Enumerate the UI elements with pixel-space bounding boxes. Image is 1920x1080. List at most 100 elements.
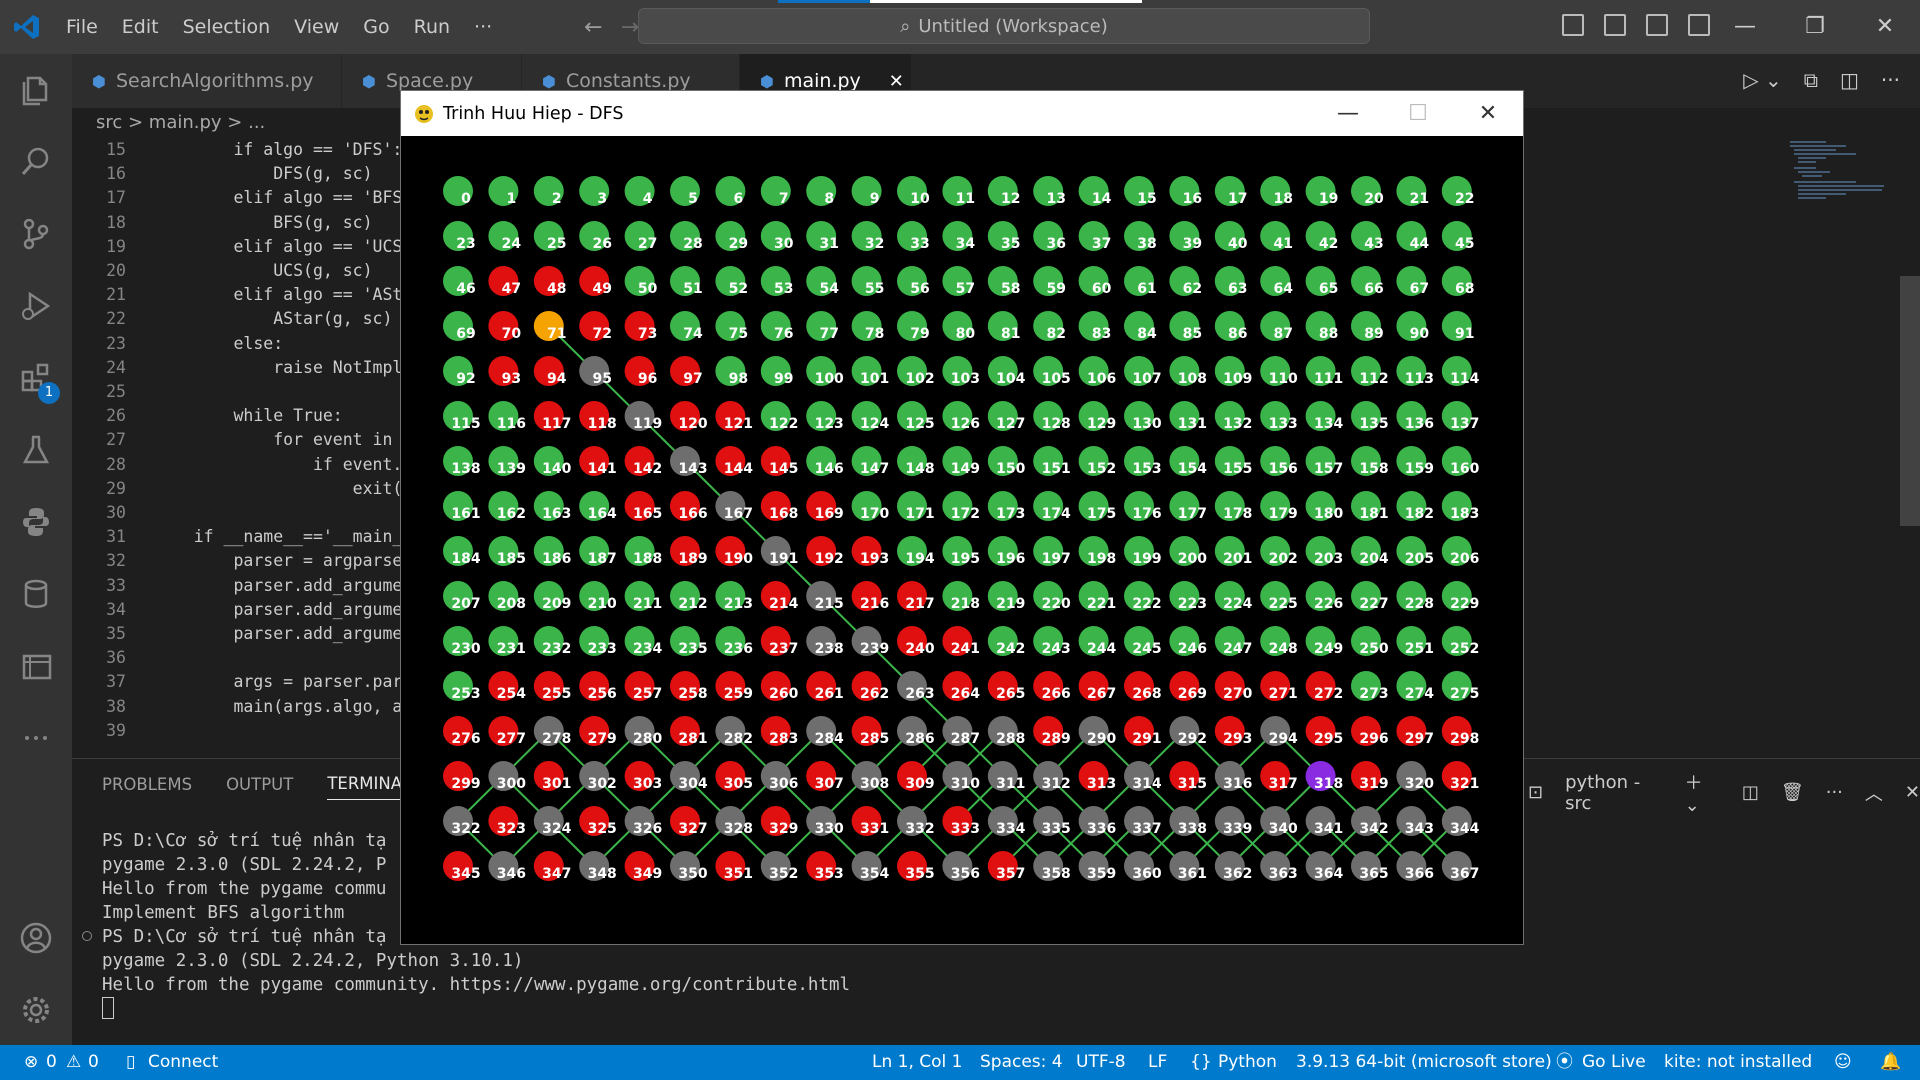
language-mode[interactable]: Python [1218,1045,1277,1080]
python-interpreter[interactable]: 3.9.13 64-bit (microsoft store) [1296,1045,1552,1080]
source-control-icon[interactable] [0,198,72,270]
indentation[interactable]: Spaces: 4 [980,1045,1063,1080]
remote-explorer-icon[interactable] [0,630,72,702]
run-python-icon[interactable]: ▷ ⌄ [1743,68,1782,92]
tab-close-icon[interactable]: ✕ [889,71,904,92]
maximize-panel-icon[interactable]: ︿ [1865,780,1883,806]
code-text: AStar(g, sc) [154,309,393,329]
graph-node-label: 179 [1269,506,1298,522]
extensions-icon[interactable]: 1 [0,342,72,414]
open-changes-icon[interactable]: ⧉ [1804,68,1818,92]
accounts-icon[interactable] [0,902,72,974]
graph-node-label: 191 [769,551,798,567]
menu-file[interactable]: File [54,0,110,54]
restore-icon[interactable]: ❐ [1780,0,1850,54]
cursor-position[interactable]: Ln 1, Col 1 [872,1045,963,1080]
python-file-icon: ⬢ [542,71,556,91]
menu-view[interactable]: View [282,0,351,54]
editor-scrollbar[interactable] [1900,276,1920,526]
pygame-close-icon[interactable]: ✕ [1453,91,1523,136]
go-live-button[interactable]: Go Live [1582,1045,1646,1080]
graph-node-label: 121 [724,416,753,432]
split-terminal-icon[interactable]: ◫ [1742,782,1759,803]
graph-node-label: 152 [1087,461,1116,477]
manage-gear-icon[interactable] [0,974,72,1046]
graph-node-label: 7 [779,191,789,207]
graph-node-label: 104 [996,371,1025,387]
more-activities-icon[interactable] [0,702,72,774]
forward-arrow-icon[interactable]: → [621,15,639,40]
graph-node-label: 348 [588,866,617,882]
graph-node-label: 56 [910,281,929,297]
explorer-icon[interactable] [0,54,72,126]
graph-node-label: 260 [769,686,798,702]
error-icon[interactable]: ⊗ [24,1045,38,1080]
graph-node-label: 59 [1046,281,1065,297]
more-icon[interactable]: ··· [1826,782,1843,803]
new-terminal-icon[interactable]: ＋ ⌄ [1685,769,1720,816]
feedback-icon[interactable]: ☺ [1834,1045,1852,1080]
graph-node-label: 281 [678,731,707,747]
connect-button[interactable]: Connect [148,1045,218,1080]
graph-node-label: 39 [1183,236,1202,252]
code-text: parser.add_argument( [154,624,433,643]
kite-status[interactable]: kite: not installed [1664,1045,1812,1080]
graph-node-label: 93 [502,371,521,387]
menu-more[interactable]: ··· [462,0,504,54]
menu-selection[interactable]: Selection [171,0,283,54]
pygame-maximize-icon[interactable]: ☐ [1383,91,1453,136]
terminal-name[interactable]: python - src [1565,772,1662,814]
encoding[interactable]: UTF-8 [1076,1045,1126,1080]
search-activity-icon[interactable] [0,126,72,198]
command-center-search[interactable]: ⌕ Untitled (Workspace) [638,8,1370,44]
tab-output[interactable]: OUTPUT [226,775,293,794]
graph-node-label: 70 [502,326,522,342]
tab-problems[interactable]: PROBLEMS [102,775,192,794]
graph-node-label: 161 [451,506,480,522]
toggle-panel-icon[interactable] [1604,14,1626,36]
menu-go[interactable]: Go [351,0,401,54]
graph-node-label: 34 [956,236,976,252]
customize-layout-icon[interactable] [1688,14,1710,36]
notifications-bell-icon[interactable]: 🔔 [1880,1045,1901,1080]
more-actions-icon[interactable]: ··· [1881,68,1900,92]
graph-node-label: 262 [860,686,889,702]
code-text: elif algo == 'AStar [154,285,423,305]
minimize-icon[interactable]: — [1710,0,1780,54]
database-icon[interactable] [0,558,72,630]
pygame-minimize-icon[interactable]: — [1313,91,1383,136]
graph-node-label: 99 [774,371,793,387]
graph-node-label: 85 [1183,326,1202,342]
graph-node-label: 356 [951,866,980,882]
line-number: 34 [106,599,126,619]
minimap[interactable] [1786,138,1896,228]
graph-node-label: 125 [905,416,934,432]
close-panel-icon[interactable]: ✕ [1905,782,1920,803]
tab-search-algorithms[interactable]: ⬢ SearchAlgorithms.py [72,54,342,108]
kill-terminal-icon[interactable]: 🗑 [1781,782,1804,803]
warning-count[interactable]: 0 [88,1045,99,1080]
toggle-sidebar-icon[interactable] [1562,14,1584,36]
line-number: 31 [106,527,126,547]
command-decoration-icon[interactable] [82,931,92,941]
breadcrumb[interactable]: src > main.py > ... [72,108,265,138]
graph-node-label: 363 [1269,866,1298,882]
search-graph-canvas[interactable]: 0 1 2 3 4 5 6 7 8 9 10 11 12 13 14 15 16 17 18 19 20 21 2223 24… [401,136,1523,944]
warning-icon[interactable]: ⚠ [66,1045,81,1080]
graph-node-label: 25 [547,236,566,252]
menu-edit[interactable]: Edit [110,0,171,54]
toggle-secondary-sidebar-icon[interactable] [1646,14,1668,36]
graph-node-label: 1 [507,191,517,207]
back-arrow-icon[interactable]: ← [584,15,602,40]
split-editor-icon[interactable]: ◫ [1840,68,1859,92]
line-ending[interactable]: LF [1148,1045,1167,1080]
testing-icon[interactable] [0,414,72,486]
menu-run[interactable]: Run [402,0,462,54]
run-debug-icon[interactable] [0,270,72,342]
graph-node-label: 317 [1269,776,1298,792]
error-count[interactable]: 0 [46,1045,57,1080]
python-icon[interactable] [0,486,72,558]
close-icon[interactable]: ✕ [1850,0,1920,54]
graph-node-label: 300 [497,776,526,792]
tab-terminal[interactable]: TERMINAL [327,774,412,800]
